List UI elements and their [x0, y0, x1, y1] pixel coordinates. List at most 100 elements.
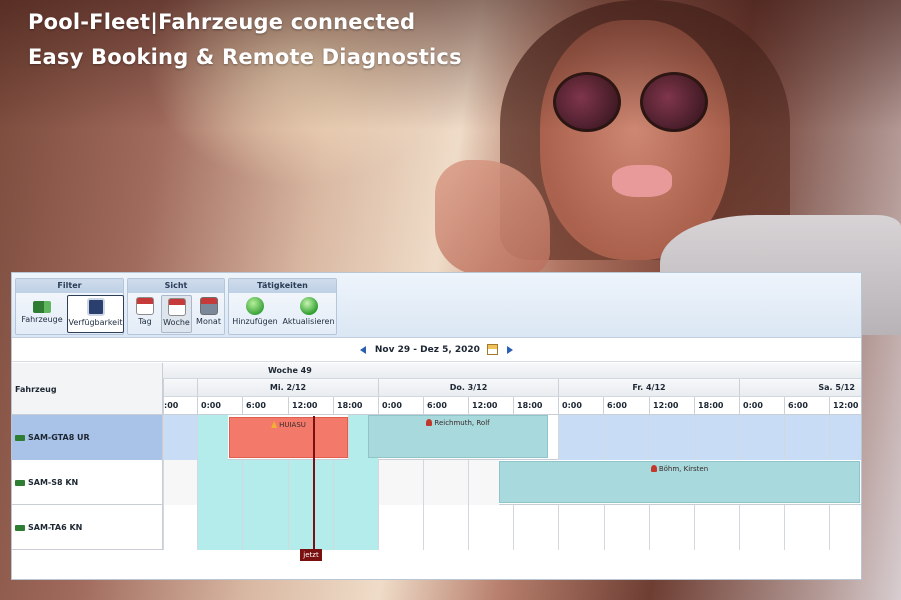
slot-cell[interactable]	[604, 415, 649, 460]
week-view-button[interactable]: Woche	[161, 295, 192, 333]
hour-label: 18:00	[333, 397, 378, 415]
week-label: Woche 49	[268, 366, 312, 375]
vehicle-label[interactable]: SAM-GTA8 UR	[12, 415, 163, 460]
actions-group-title: Tätigkeiten	[229, 279, 336, 293]
add-button[interactable]: Hinzufügen	[231, 295, 279, 333]
slot-cell[interactable]	[378, 460, 423, 505]
vehicle-row-ta6[interactable]: SAM-TA6 KN	[12, 505, 861, 550]
slot-cell[interactable]	[197, 460, 242, 505]
car-icon	[15, 479, 25, 486]
slot-cell[interactable]	[739, 505, 784, 550]
hour-header-row: :00 0:00 6:00 12:00 18:00 0:00 6:00 12:0…	[163, 397, 861, 415]
hero-subtitle: Easy Booking & Remote Diagnostics	[28, 45, 462, 69]
hour-label: 6:00	[423, 397, 468, 415]
hour-label: 0:00	[378, 397, 423, 415]
date-navigation: Nov 29 - Dez 5, 2020	[12, 338, 861, 362]
view-group: Sicht Tag Woche Monat	[127, 278, 225, 335]
day-view-button[interactable]: Tag	[131, 295, 159, 333]
slot-cell[interactable]	[513, 505, 558, 550]
day-header-wed: Mi. 2/12	[197, 379, 378, 397]
car-icon	[15, 434, 25, 441]
slot-cell[interactable]	[197, 505, 242, 550]
person-icon	[426, 419, 433, 426]
hero-title: Pool-Fleet|Fahrzeuge connected	[28, 10, 416, 34]
slot-cell[interactable]	[604, 505, 649, 550]
hour-label: 12:00	[829, 397, 861, 415]
hour-label: 6:00	[784, 397, 829, 415]
hour-label: 18:00	[694, 397, 739, 415]
booking-block[interactable]: Reichmuth, Rolf	[368, 415, 548, 458]
week-header: Woche 49	[163, 363, 861, 379]
vehicle-label[interactable]: SAM-TA6 KN	[12, 505, 163, 550]
slot-cell[interactable]	[288, 505, 333, 550]
slot-cell[interactable]	[649, 415, 694, 460]
hour-label: 12:00	[649, 397, 694, 415]
month-view-label: Monat	[196, 317, 221, 326]
slot-cell[interactable]	[333, 505, 378, 550]
slot-cell[interactable]	[163, 460, 197, 505]
calendar-week-icon	[167, 298, 186, 316]
slot-cell[interactable]	[468, 460, 499, 505]
vehicles-button-label: Fahrzeuge	[21, 315, 63, 324]
slot-cell[interactable]	[558, 505, 604, 550]
add-icon	[246, 297, 264, 315]
hour-label: 6:00	[603, 397, 649, 415]
refresh-button[interactable]: Aktualisieren	[281, 295, 336, 333]
add-button-label: Hinzufügen	[232, 317, 278, 326]
slot-cell[interactable]	[784, 415, 829, 460]
slot-cell[interactable]	[784, 505, 829, 550]
availability-button[interactable]: Verfügbarkeit	[67, 295, 124, 333]
slot-cell[interactable]	[739, 415, 784, 460]
hero-photo-tongue	[612, 165, 672, 197]
availability-button-label: Verfügbarkeit	[68, 318, 123, 327]
calendar-day-icon	[136, 297, 154, 315]
refresh-button-label: Aktualisieren	[282, 317, 335, 326]
fleet-calendar-panel: Filter Fahrzeuge Verfügbarkeit Sicht Tag…	[11, 272, 862, 580]
slot-cell[interactable]	[242, 505, 288, 550]
slot-cell[interactable]	[694, 505, 739, 550]
slot-cell[interactable]	[378, 505, 423, 550]
day-header-fri: Fr. 4/12	[558, 379, 739, 397]
slot-cell[interactable]	[163, 415, 197, 460]
day-header-sat: Sa. 5/12	[739, 379, 861, 397]
vehicle-row-s8[interactable]: SAM-S8 KN Böhm, Kirsten	[12, 460, 861, 505]
slot-cell[interactable]	[829, 505, 861, 550]
date-range-label: Nov 29 - Dez 5, 2020	[374, 345, 480, 355]
week-view-label: Woche	[163, 318, 190, 327]
hour-label: 6:00	[242, 397, 288, 415]
hour-label: :00	[163, 397, 197, 415]
vehicles-button[interactable]: Fahrzeuge	[19, 295, 65, 333]
car-icon	[15, 524, 25, 531]
booking-block[interactable]: HUIASU	[229, 417, 348, 458]
calendar-picker-icon[interactable]	[487, 344, 499, 355]
vehicle-column-header: Fahrzeug	[12, 363, 163, 415]
slot-cell[interactable]	[468, 505, 513, 550]
previous-arrow-icon[interactable]	[359, 345, 366, 354]
slot-cell[interactable]	[423, 505, 468, 550]
slot-cell[interactable]	[829, 415, 861, 460]
actions-group: Tätigkeiten Hinzufügen Aktualisieren	[228, 278, 337, 335]
slot-cell[interactable]	[163, 505, 197, 550]
slot-cell[interactable]	[242, 460, 288, 505]
refresh-icon	[299, 297, 318, 315]
hour-label: 18:00	[513, 397, 558, 415]
booking-block[interactable]: Böhm, Kirsten	[499, 461, 860, 503]
vehicle-row-gta8[interactable]: SAM-GTA8 UR HUIASU Reichmuth, Rolf	[12, 415, 861, 460]
slot-cell[interactable]	[333, 460, 378, 505]
slot-cell[interactable]	[558, 415, 604, 460]
view-group-title: Sicht	[128, 279, 224, 293]
person-icon	[650, 465, 657, 472]
filter-group-title: Filter	[16, 279, 123, 293]
truck-icon	[33, 301, 51, 313]
vehicle-label[interactable]: SAM-S8 KN	[12, 460, 163, 505]
hour-label: 0:00	[197, 397, 242, 415]
slot-cell[interactable]	[423, 460, 468, 505]
slot-cell[interactable]	[694, 415, 739, 460]
next-arrow-icon[interactable]	[507, 345, 514, 354]
slot-cell[interactable]	[288, 460, 333, 505]
calendar-month-icon	[199, 297, 218, 315]
month-view-button[interactable]: Monat	[194, 295, 223, 333]
slot-cell[interactable]	[649, 505, 694, 550]
warning-icon	[271, 421, 278, 428]
slot-cell[interactable]	[197, 415, 228, 460]
